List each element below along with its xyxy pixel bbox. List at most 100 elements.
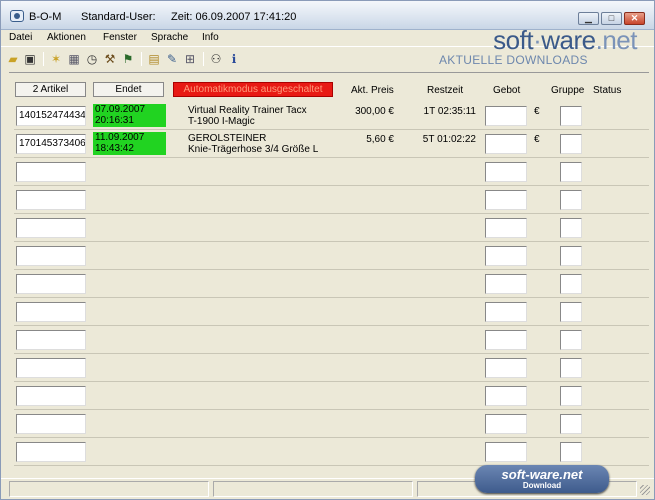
image-icon[interactable]: ▦ <box>67 52 81 66</box>
item-id-field[interactable] <box>16 302 86 322</box>
bid-input[interactable] <box>485 358 527 378</box>
end-time-cell: 07.09.2007 20:16:31 <box>93 104 166 127</box>
hammer-icon[interactable]: ⚒ <box>103 52 117 66</box>
time-label: Zeit: 06.09.2007 17:41:20 <box>171 11 297 23</box>
item-id-field[interactable] <box>16 274 86 294</box>
end-time-cell: 11.09.2007 18:43:42 <box>93 132 166 155</box>
toolbar-separator <box>43 52 44 66</box>
bid-input[interactable] <box>485 106 527 126</box>
menu-fenster[interactable]: Fenster <box>103 32 137 43</box>
bid-input[interactable] <box>485 386 527 406</box>
table-row[interactable] <box>14 186 649 214</box>
bid-input[interactable] <box>485 414 527 434</box>
current-price: 5,60 € <box>366 134 394 145</box>
table-row[interactable] <box>14 410 649 438</box>
group-input[interactable] <box>560 106 582 126</box>
menu-datei[interactable]: Datei <box>9 32 32 43</box>
currency-label: € <box>534 106 540 117</box>
bid-input[interactable] <box>485 190 527 210</box>
group-input[interactable] <box>560 190 582 210</box>
item-name-line1: GEROLSTEINER <box>188 133 267 144</box>
watermark-brand: soft·ware.net <box>493 25 637 56</box>
group-input[interactable] <box>560 134 582 154</box>
auto-mode-button[interactable]: Automatikmodus ausgeschaltet <box>173 82 333 97</box>
table-row[interactable] <box>14 270 649 298</box>
stars-icon[interactable]: ✶ <box>49 52 63 66</box>
open-icon[interactable]: ▰ <box>6 52 20 66</box>
item-id-field[interactable] <box>16 218 86 238</box>
bid-input[interactable] <box>485 330 527 350</box>
item-id-field[interactable] <box>16 442 86 462</box>
ends-sort-button[interactable]: Endet <box>93 82 164 97</box>
table-row[interactable] <box>14 438 649 466</box>
currency-label: € <box>534 134 540 145</box>
table-row[interactable] <box>14 298 649 326</box>
softwarenet-watermark: soft·ware.net AKTUELLE DOWNLOADS <box>433 25 643 70</box>
remaining-time: 5T 01:02:22 <box>422 134 476 145</box>
item-id-field[interactable] <box>16 414 86 434</box>
info-icon[interactable]: ℹ <box>227 52 241 66</box>
calendar-icon[interactable]: ▤ <box>147 52 161 66</box>
table-row[interactable]: 140152474434 07.09.2007 20:16:31 Virtual Re… <box>14 102 649 130</box>
clock-icon[interactable]: ◷ <box>85 52 99 66</box>
table-row[interactable] <box>14 214 649 242</box>
bid-input[interactable] <box>485 442 527 462</box>
item-id-field[interactable] <box>16 358 86 378</box>
col-header-rest: Restzeit <box>427 85 464 96</box>
group-input[interactable] <box>560 414 582 434</box>
group-input[interactable] <box>560 274 582 294</box>
item-id-field[interactable] <box>16 190 86 210</box>
bid-input[interactable] <box>485 246 527 266</box>
item-id-field[interactable] <box>16 246 86 266</box>
item-id-field[interactable]: 170145373406 <box>16 134 86 154</box>
save-icon[interactable]: ▣ <box>23 52 37 66</box>
group-input[interactable] <box>560 442 582 462</box>
group-icon[interactable]: ⚇ <box>209 52 223 66</box>
table-row[interactable] <box>14 158 649 186</box>
menu-aktionen[interactable]: Aktionen <box>47 32 86 43</box>
group-input[interactable] <box>560 330 582 350</box>
resize-grip[interactable] <box>640 485 650 495</box>
app-window: B-O-M Standard-User: Zeit: 06.09.2007 17… <box>0 0 655 500</box>
item-name-line2: Knie-Trägerhose 3/4 Größe L <box>188 144 319 155</box>
group-input[interactable] <box>560 386 582 406</box>
close-button[interactable]: ✕ <box>624 12 645 25</box>
col-header-status: Status <box>593 85 622 96</box>
item-id-field[interactable] <box>16 386 86 406</box>
user-label: Standard-User: <box>81 11 156 23</box>
current-price: 300,00 € <box>355 106 394 117</box>
bid-input[interactable] <box>485 274 527 294</box>
bid-input[interactable] <box>485 162 527 182</box>
menu-info[interactable]: Info <box>202 32 219 43</box>
group-input[interactable] <box>560 162 582 182</box>
group-input[interactable] <box>560 218 582 238</box>
col-header-bid: Gebot <box>493 85 521 96</box>
group-input[interactable] <box>560 302 582 322</box>
app-icon[interactable] <box>10 10 24 22</box>
remaining-time: 1T 02:35:11 <box>423 106 476 117</box>
item-id-field[interactable]: 140152474434 <box>16 106 86 126</box>
edit-icon[interactable]: ✎ <box>165 52 179 66</box>
auction-list-panel: 2 Artikel Endet Automatikmodus ausgescha… <box>9 72 649 477</box>
group-input[interactable] <box>560 358 582 378</box>
minimize-button[interactable]: ▁ <box>578 12 599 25</box>
bid-input[interactable] <box>485 134 527 154</box>
table-row[interactable] <box>14 354 649 382</box>
table-row[interactable]: 170145373406 11.09.2007 18:43:42 GEROLSTEIN… <box>14 130 649 158</box>
network-icon[interactable]: ⊞ <box>183 52 197 66</box>
item-id-field[interactable] <box>16 330 86 350</box>
maximize-button[interactable]: □ <box>601 12 622 25</box>
table-row[interactable] <box>14 382 649 410</box>
status-panel <box>213 481 413 497</box>
bid-input[interactable] <box>485 302 527 322</box>
table-row[interactable] <box>14 242 649 270</box>
bid-input[interactable] <box>485 218 527 238</box>
watermark-subtitle: AKTUELLE DOWNLOADS <box>439 53 588 67</box>
item-id-field[interactable] <box>16 162 86 182</box>
col-header-group: Gruppe <box>551 85 585 96</box>
articles-button[interactable]: 2 Artikel <box>15 82 86 97</box>
traffic-light-icon[interactable]: ⚑ <box>121 52 135 66</box>
group-input[interactable] <box>560 246 582 266</box>
menu-sprache[interactable]: Sprache <box>151 32 188 43</box>
table-row[interactable] <box>14 326 649 354</box>
